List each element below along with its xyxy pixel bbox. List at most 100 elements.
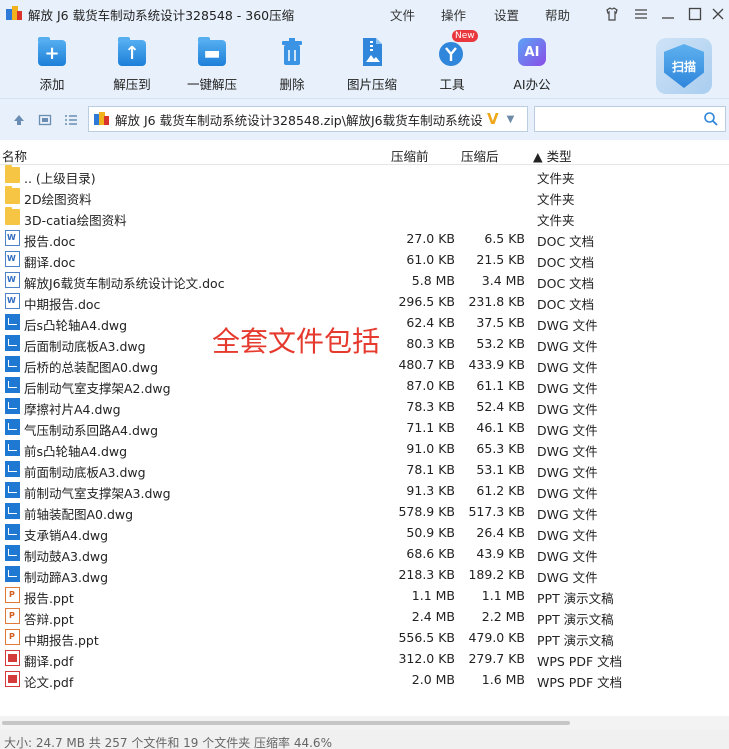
file-size-before: 91.3 KB: [406, 483, 455, 498]
scan-button[interactable]: 扫描: [656, 38, 712, 94]
path-field[interactable]: 解放 J6 载货车制动系统设计328548.zip\解放J6载货车制动系统设计 …: [88, 106, 528, 132]
file-row[interactable]: 报告.ppt 1.1 MB 1.1 MB PPT 演示文稿: [0, 585, 729, 606]
file-row[interactable]: 中期报告.ppt 556.5 KB 479.0 KB PPT 演示文稿: [0, 627, 729, 648]
file-row[interactable]: 3D-catia绘图资料 文件夹: [0, 207, 729, 228]
file-row[interactable]: .. (上级目录) 文件夹: [0, 165, 729, 186]
file-size-before: 2.4 MB: [411, 609, 455, 624]
doc-file-icon: [5, 230, 20, 246]
menu-list-icon[interactable]: [631, 4, 651, 24]
new-badge: New: [452, 30, 478, 42]
doc-file-icon: [5, 251, 20, 267]
file-size-before: 27.0 KB: [406, 231, 455, 246]
file-size-after: 279.7 KB: [468, 651, 525, 666]
file-name: 翻译.doc: [24, 255, 76, 270]
file-row[interactable]: 前面制动底板A3.dwg 78.1 KB 53.1 KB DWG 文件: [0, 459, 729, 480]
file-size-after: 6.5 KB: [484, 231, 525, 246]
minimize-icon[interactable]: [658, 4, 678, 24]
delete-icon: [276, 36, 308, 68]
ppt-file-icon: [5, 608, 20, 624]
column-type[interactable]: ▲ 类型: [533, 146, 572, 165]
dwg-file-icon: [5, 419, 20, 435]
file-row[interactable]: 制动蹄A3.dwg 218.3 KB 189.2 KB DWG 文件: [0, 564, 729, 585]
file-size-before: 480.7 KB: [398, 357, 455, 372]
file-size-after: 21.5 KB: [476, 252, 525, 267]
file-row[interactable]: 中期报告.doc 296.5 KB 231.8 KB DOC 文档: [0, 291, 729, 312]
close-icon[interactable]: [708, 4, 728, 24]
file-size-after: 43.9 KB: [476, 546, 525, 561]
extract-to-button[interactable]: ↑ 解压到: [94, 36, 170, 96]
file-size-after: 53.2 KB: [476, 336, 525, 351]
thumbnail-view-icon[interactable]: [36, 111, 54, 129]
file-type: DWG 文件: [537, 381, 598, 396]
file-size-after: 1.6 MB: [481, 672, 525, 687]
one-click-extract-button[interactable]: ▬ 一键解压: [174, 36, 250, 96]
ai-office-button[interactable]: AI AI办公: [494, 36, 570, 96]
add-label: 添加: [39, 77, 65, 92]
add-icon: +: [36, 36, 68, 68]
file-type: DWG 文件: [537, 528, 598, 543]
image-compress-button[interactable]: 图片压缩: [334, 36, 410, 96]
file-size-after: 1.1 MB: [481, 588, 525, 603]
delete-label: 删除: [279, 77, 305, 92]
file-size-after: 231.8 KB: [468, 294, 525, 309]
file-row[interactable]: 前轴装配图A0.dwg 578.9 KB 517.3 KB DWG 文件: [0, 501, 729, 522]
file-type: DWG 文件: [537, 465, 598, 480]
one-click-extract-icon: ▬: [196, 36, 228, 68]
horizontal-scrollbar[interactable]: [0, 716, 729, 730]
file-type: DWG 文件: [537, 318, 598, 333]
scrollbar-thumb[interactable]: [2, 721, 570, 725]
column-uncompressed[interactable]: 压缩后: [461, 146, 499, 165]
file-row[interactable]: 翻译.pdf 312.0 KB 279.7 KB WPS PDF 文档: [0, 648, 729, 669]
menu-settings[interactable]: 设置: [494, 0, 519, 28]
file-row[interactable]: 前制动气室支撑架A3.dwg 91.3 KB 61.2 KB DWG 文件: [0, 480, 729, 501]
file-row[interactable]: 报告.doc 27.0 KB 6.5 KB DOC 文档: [0, 228, 729, 249]
file-size-before: 68.6 KB: [406, 546, 455, 561]
file-row[interactable]: 答辩.ppt 2.4 MB 2.2 MB PPT 演示文稿: [0, 606, 729, 627]
file-row[interactable]: 支承销A4.dwg 50.9 KB 26.4 KB DWG 文件: [0, 522, 729, 543]
file-size-before: 312.0 KB: [398, 651, 455, 666]
file-row[interactable]: 解放J6载货车制动系统设计论文.doc 5.8 MB 3.4 MB DOC 文档: [0, 270, 729, 291]
file-size-after: 52.4 KB: [476, 399, 525, 414]
file-name: 后s凸轮轴A4.dwg: [24, 318, 128, 333]
ppt-file-icon: [5, 629, 20, 645]
menu-file[interactable]: 文件: [390, 0, 415, 28]
tools-button[interactable]: New 工具: [414, 30, 490, 96]
file-row[interactable]: 前s凸轮轴A4.dwg 91.0 KB 65.3 KB DWG 文件: [0, 438, 729, 459]
path-dropdown-icon[interactable]: ▼: [507, 114, 515, 125]
search-icon[interactable]: [703, 111, 719, 127]
file-row[interactable]: 后制动气室支撑架A2.dwg 87.0 KB 61.1 KB DWG 文件: [0, 375, 729, 396]
file-row[interactable]: 论文.pdf 2.0 MB 1.6 MB WPS PDF 文档: [0, 669, 729, 690]
add-button[interactable]: + 添加: [14, 36, 90, 96]
file-row[interactable]: 翻译.doc 61.0 KB 21.5 KB DOC 文档: [0, 249, 729, 270]
menu-operate[interactable]: 操作: [441, 0, 466, 28]
file-size-before: 62.4 KB: [406, 315, 455, 330]
column-compressed[interactable]: 压缩前: [391, 146, 429, 165]
file-type: DWG 文件: [537, 423, 598, 438]
up-level-icon[interactable]: [10, 111, 28, 129]
path-check-icon: V: [487, 110, 499, 128]
search-input[interactable]: [538, 110, 698, 128]
file-row[interactable]: 制动鼓A3.dwg 68.6 KB 43.9 KB DWG 文件: [0, 543, 729, 564]
file-name: 中期报告.doc: [24, 297, 101, 312]
file-type: DWG 文件: [537, 360, 598, 375]
skin-icon[interactable]: [602, 4, 622, 24]
file-size-after: 26.4 KB: [476, 525, 525, 540]
dwg-file-icon: [5, 335, 20, 351]
file-size-before: 2.0 MB: [411, 672, 455, 687]
file-row[interactable]: 2D绘图资料 文件夹: [0, 186, 729, 207]
file-name: 翻译.pdf: [24, 654, 74, 669]
menu-help[interactable]: 帮助: [545, 0, 570, 28]
toolbar: + 添加 ↑ 解压到 ▬ 一键解压 删除 图片压缩 New 工具 AI AI办公…: [0, 28, 729, 98]
file-type: 文件夹: [537, 192, 575, 207]
scan-label: 扫描: [671, 59, 696, 74]
file-row[interactable]: 摩擦衬片A4.dwg 78.3 KB 52.4 KB DWG 文件: [0, 396, 729, 417]
list-view-icon[interactable]: [62, 111, 80, 129]
file-row[interactable]: 气压制动系回路A4.dwg 71.1 KB 46.1 KB DWG 文件: [0, 417, 729, 438]
file-size-before: 578.9 KB: [398, 504, 455, 519]
search-box[interactable]: [534, 106, 726, 132]
column-name[interactable]: 名称: [2, 146, 27, 165]
file-size-after: 2.2 MB: [481, 609, 525, 624]
maximize-icon[interactable]: [685, 4, 705, 24]
delete-button[interactable]: 删除: [254, 36, 330, 96]
scan-shield-icon: 扫描: [664, 44, 704, 88]
